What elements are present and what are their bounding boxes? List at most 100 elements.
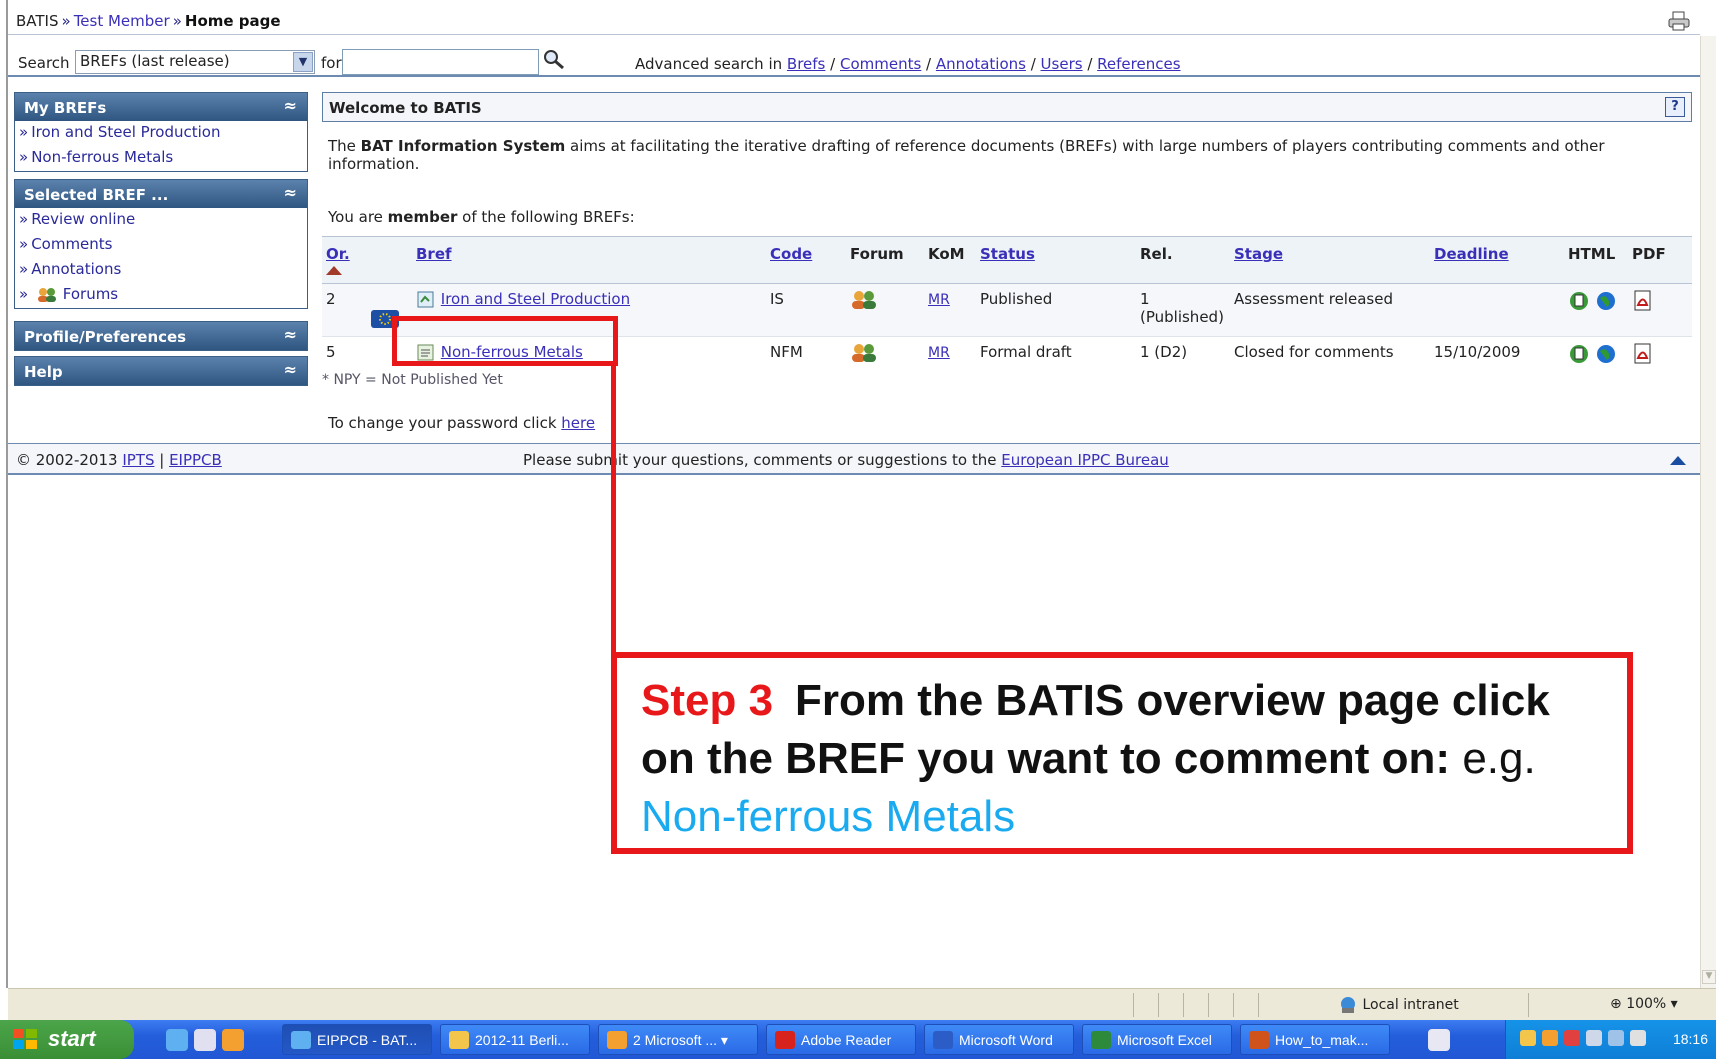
expand-icon[interactable]: ≈ xyxy=(284,325,297,344)
annotation-callout: Step 3 From the BATIS overview page click… xyxy=(611,652,1633,854)
collapse-icon[interactable]: ≈ xyxy=(284,183,297,202)
start-button[interactable]: start xyxy=(0,1020,134,1059)
taskbar-button-folder[interactable]: 2012-11 Berli... xyxy=(440,1024,590,1055)
col-code[interactable]: Code xyxy=(766,236,846,284)
taskbar-button-powerpoint[interactable]: How_to_mak... xyxy=(1240,1024,1390,1055)
cell-stage: Assessment released xyxy=(1230,283,1430,337)
network-icon[interactable] xyxy=(1608,1030,1624,1046)
col-html: HTML xyxy=(1564,236,1628,284)
panel-header-selected-bref[interactable]: Selected BREF ... ≈ xyxy=(15,180,307,208)
col-bref[interactable]: Bref xyxy=(412,236,766,284)
sort-arrow-icon[interactable] xyxy=(326,266,342,275)
annotation-step: Step 3 xyxy=(641,676,774,725)
cell-rel: 1 (Published) xyxy=(1136,283,1230,337)
vertical-scrollbar[interactable]: ▼ xyxy=(1700,36,1716,988)
scroll-down-icon[interactable]: ▼ xyxy=(1702,970,1716,984)
forum-icon xyxy=(37,287,56,302)
sidebar-item-comments[interactable]: » Comments xyxy=(15,233,307,258)
taskbar-button-excel[interactable]: Microsoft Excel xyxy=(1082,1024,1232,1055)
cell-kom[interactable]: MR xyxy=(924,283,976,337)
html-doc-icon[interactable] xyxy=(1568,343,1590,365)
intranet-icon xyxy=(1341,997,1355,1013)
cell-pdf[interactable] xyxy=(1628,336,1692,379)
expand-icon[interactable]: ≈ xyxy=(284,360,297,379)
panel-header-profile[interactable]: Profile/Preferences ≈ xyxy=(15,322,307,350)
adv-link-brefs[interactable]: Brefs xyxy=(787,55,825,73)
breadcrumb-batis[interactable]: BATIS xyxy=(16,12,59,30)
antivirus-icon[interactable] xyxy=(1564,1030,1580,1046)
sidebar-item-iron-steel[interactable]: » Iron and Steel Production xyxy=(15,121,307,146)
sidebar-item-forums[interactable]: » Forums xyxy=(15,283,307,308)
globe-icon[interactable] xyxy=(1595,290,1617,312)
cell-html[interactable] xyxy=(1564,336,1628,379)
cell-html[interactable] xyxy=(1564,283,1628,337)
cell-forum[interactable] xyxy=(846,283,924,337)
cell-deadline: 15/10/2009 xyxy=(1430,336,1564,379)
search-icon[interactable] xyxy=(542,49,566,71)
folder-icon xyxy=(449,1031,469,1049)
annotation-eg: e.g. xyxy=(1462,734,1536,783)
help-icon[interactable]: ? xyxy=(1665,97,1685,117)
sidebar-item-review-online[interactable]: » Review online xyxy=(15,208,307,233)
zoom-icon[interactable]: ⊕ xyxy=(1610,996,1622,1012)
outlook-icon xyxy=(607,1031,627,1049)
forum-icon[interactable] xyxy=(850,343,878,363)
cell-pdf[interactable] xyxy=(1628,283,1692,337)
outlook-quicklaunch-icon[interactable] xyxy=(222,1029,244,1051)
ie-quicklaunch-icon[interactable] xyxy=(166,1029,188,1051)
forum-icon[interactable] xyxy=(850,290,878,310)
search-scope-value: BREFs (last release) xyxy=(80,52,230,70)
sidebar-item-annotations[interactable]: » Annotations xyxy=(15,258,307,283)
collapse-icon[interactable]: ≈ xyxy=(284,96,297,115)
table-header-row: Or. Bref Code Forum KoM Status Rel. Stag… xyxy=(322,236,1692,284)
col-deadline[interactable]: Deadline xyxy=(1430,236,1564,284)
search-scope-select[interactable]: BREFs (last release) ▼ xyxy=(75,50,315,74)
taskbar-button-adobe[interactable]: Adobe Reader xyxy=(766,1024,916,1055)
adv-link-comments[interactable]: Comments xyxy=(840,55,921,73)
adv-link-annotations[interactable]: Annotations xyxy=(936,55,1026,73)
browser-quicklaunch-icon[interactable] xyxy=(194,1029,216,1051)
breadcrumb-test-member[interactable]: Test Member xyxy=(74,12,170,30)
zoom-control[interactable]: ⊕ 100% ▾ xyxy=(1610,996,1678,1012)
adv-link-references[interactable]: References xyxy=(1097,55,1180,73)
col-status[interactable]: Status xyxy=(976,236,1136,284)
password-line: To change your password click here xyxy=(328,414,596,432)
col-stage[interactable]: Stage xyxy=(1230,236,1430,284)
footer-link-bureau[interactable]: European IPPC Bureau xyxy=(1001,451,1169,469)
cell-forum[interactable] xyxy=(846,336,924,379)
display-icon[interactable] xyxy=(1586,1030,1602,1046)
bref-link-iron-steel[interactable]: Iron and Steel Production xyxy=(441,290,630,308)
password-link[interactable]: here xyxy=(561,414,595,432)
taskbar-button-outlook[interactable]: 2 Microsoft ... ▾ xyxy=(598,1024,758,1055)
adv-link-users[interactable]: Users xyxy=(1041,55,1083,73)
footer-link-ipts[interactable]: IPTS xyxy=(122,451,154,469)
help-tray-icon[interactable] xyxy=(1428,1029,1450,1051)
breadcrumb-bar: BATIS» Test Member» Home page xyxy=(8,5,1700,35)
taskbar: start EIPPCB - BAT... 2012-11 Berli... 2… xyxy=(0,1020,1716,1059)
pdf-icon[interactable] xyxy=(1632,343,1654,365)
adobe-reader-icon xyxy=(775,1031,795,1049)
ie-icon xyxy=(291,1031,311,1049)
copyright: © 2002-2013 IPTS | EIPPCB xyxy=(16,451,222,469)
col-order[interactable]: Or. xyxy=(322,236,412,284)
scroll-top-icon[interactable] xyxy=(1670,456,1686,465)
mail-icon[interactable] xyxy=(1520,1030,1536,1046)
pdf-icon[interactable] xyxy=(1632,290,1654,312)
footer-link-eippcb[interactable]: EIPPCB xyxy=(169,451,222,469)
print-icon[interactable] xyxy=(1668,11,1690,31)
taskbar-button-word[interactable]: Microsoft Word xyxy=(924,1024,1074,1055)
sidebar-item-non-ferrous[interactable]: » Non-ferrous Metals xyxy=(15,146,307,171)
panel-header-help[interactable]: Help ≈ xyxy=(15,357,307,385)
panel-header-my-brefs[interactable]: My BREFs ≈ xyxy=(15,93,307,121)
search-input[interactable] xyxy=(342,49,539,75)
browser-status-bar: Local intranet ⊕ 100% ▾ xyxy=(8,988,1716,1020)
powerpoint-icon xyxy=(1249,1031,1269,1049)
html-doc-icon[interactable] xyxy=(1568,290,1590,312)
globe-icon[interactable] xyxy=(1595,343,1617,365)
volume-icon[interactable] xyxy=(1630,1030,1646,1046)
outlook-tray-icon[interactable] xyxy=(1542,1030,1558,1046)
taskbar-button-eippcb[interactable]: EIPPCB - BAT... xyxy=(282,1024,432,1055)
cell-kom[interactable]: MR xyxy=(924,336,976,379)
footer-message: Please submit your questions, comments o… xyxy=(523,451,1169,469)
chevron-down-icon[interactable]: ▼ xyxy=(293,52,313,72)
